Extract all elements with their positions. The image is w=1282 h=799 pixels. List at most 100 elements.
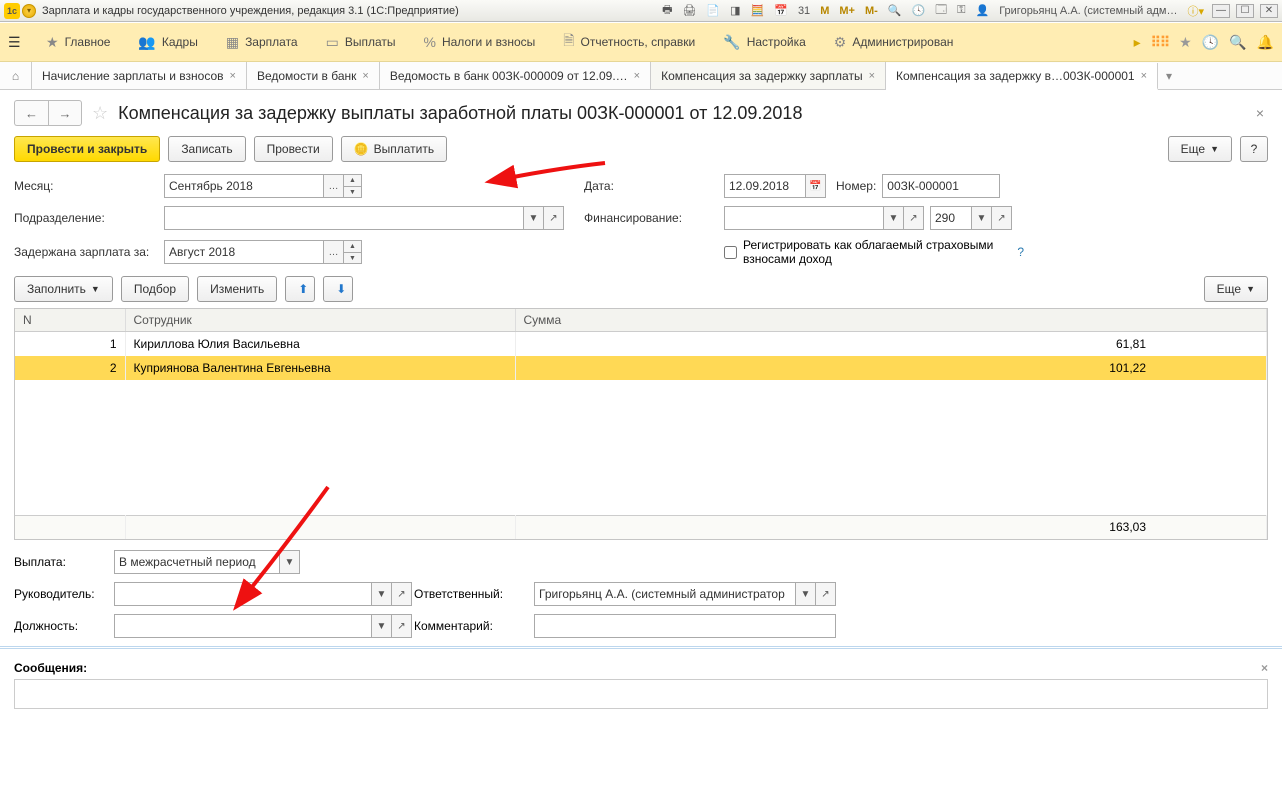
menu-admin[interactable]: ⚙Администрирован [820,34,968,51]
help-button[interactable]: ? [1240,136,1268,162]
calc-icon[interactable]: 🧮 [749,4,767,17]
date-calendar[interactable]: 📅 [806,174,826,198]
resp-field[interactable]: Григорьянц А.А. (системный администратор [534,582,796,606]
close-icon[interactable]: × [1141,70,1147,82]
comment-field[interactable] [534,614,836,638]
table-more-button[interactable]: Еще ▼ [1204,276,1268,302]
date-icon[interactable]: 31 [796,5,812,17]
payout-field[interactable]: В межрасчетный период [114,550,280,574]
subdivision-open[interactable]: ↗ [544,206,564,230]
financing2-dropdown[interactable]: ▼ [972,206,992,230]
move-up-button[interactable]: ⬆ [285,276,315,302]
user-icon[interactable]: 👤 [974,4,992,17]
financing-dropdown[interactable]: ▼ [884,206,904,230]
month-field[interactable]: Сентябрь 2018 [164,174,324,198]
month-up[interactable]: ▲ [344,174,362,186]
favorite-icon[interactable]: ☆ [92,103,108,124]
pay-button[interactable]: 🪙Выплатить [341,136,447,162]
close-icon[interactable]: × [362,70,368,82]
printer-icon[interactable]: 🖨 [680,4,698,17]
menu-hr[interactable]: 👥Кадры [124,34,211,51]
table-row[interactable]: 2 Куприянова Валентина Евгеньевна 101,22 [15,356,1267,380]
month-ellipsis[interactable]: … [324,174,344,198]
more-button[interactable]: Еще ▼ [1168,136,1232,162]
delayed-down[interactable]: ▼ [344,252,362,264]
resp-dropdown[interactable]: ▼ [796,582,816,606]
financing-open[interactable]: ↗ [904,206,924,230]
table-row[interactable]: 1 Кириллова Юлия Васильевна 61,81 [15,332,1267,356]
tab-4[interactable]: Компенсация за задержку зарплаты× [651,62,886,89]
app-menu-dropdown[interactable]: ▾ [22,4,36,18]
apps-icon[interactable]: ⠿⠿ [1151,34,1170,51]
payout-dropdown[interactable]: ▼ [280,550,300,574]
pick-button[interactable]: Подбор [121,276,189,302]
tab-3[interactable]: Ведомость в банк 00ЗК-000009 от 12.09.…× [380,62,651,89]
post-button[interactable]: Провести [254,136,333,162]
col-sum[interactable]: Сумма [515,309,1267,332]
zoom-normal[interactable]: M [818,5,831,17]
financing2-field[interactable]: 290 [930,206,972,230]
search-icon[interactable]: 🔍 [886,4,904,17]
close-icon[interactable]: × [634,70,640,82]
menu-more-arrow[interactable]: ▸ [1134,34,1141,51]
number-field[interactable]: 00ЗК-000001 [882,174,1000,198]
position-open[interactable]: ↗ [392,614,412,638]
head-field[interactable] [114,582,372,606]
tab-2[interactable]: Ведомости в банк× [247,62,380,89]
zoom-in[interactable]: M+ [837,5,857,17]
fill-button[interactable]: Заполнить ▼ [14,276,113,302]
menu-salary[interactable]: ▦Зарплата [212,34,312,51]
financing-field[interactable] [724,206,884,230]
burger-icon[interactable]: ☰ [8,34,32,51]
fav-icon[interactable]: ★ [1179,34,1192,51]
maximize-button[interactable]: ☐ [1236,4,1254,18]
menu-reports[interactable]: 🗎Отчетность, справки [549,30,709,54]
print-icon[interactable]: 🖶 [660,1,674,20]
tab-5[interactable]: Компенсация за задержку в…00ЗК-000001× [886,63,1158,90]
bell-icon[interactable]: 🔔 [1257,34,1274,51]
link-icon[interactable]: 🕓 [909,4,927,17]
menu-main[interactable]: ★Главное [32,34,124,51]
messages-close[interactable]: × [1261,661,1268,675]
position-field[interactable] [114,614,372,638]
date-field[interactable]: 12.09.2018 [724,174,806,198]
close-button[interactable]: ✕ [1260,4,1278,18]
month-down[interactable]: ▼ [344,186,362,198]
resp-open[interactable]: ↗ [816,582,836,606]
head-dropdown[interactable]: ▼ [372,582,392,606]
edit-button[interactable]: Изменить [197,276,277,302]
find-icon[interactable]: 🔍 [1229,34,1246,51]
menu-settings[interactable]: 🔧Настройка [709,34,820,51]
home-tab[interactable]: ⌂ [0,62,32,89]
register-checkbox[interactable] [724,246,737,259]
financing2-open[interactable]: ↗ [992,206,1012,230]
forward-button[interactable]: → [48,100,82,126]
subdivision-dropdown[interactable]: ▼ [524,206,544,230]
tab-1[interactable]: Начисление зарплаты и взносов× [32,62,247,89]
move-down-button[interactable]: ⬇ [323,276,353,302]
info-icon[interactable]: ⓘ▾ [1185,3,1206,19]
save-button[interactable]: Записать [168,136,245,162]
back-button[interactable]: ← [14,100,48,126]
close-icon[interactable]: × [869,70,875,82]
delayed-ellipsis[interactable]: … [324,240,344,264]
post-and-close-button[interactable]: Провести и закрыть [14,136,160,162]
menu-payments[interactable]: ▭Выплаты [312,34,410,51]
doc-close-button[interactable]: × [1256,105,1268,121]
minimize-button[interactable]: — [1212,4,1230,18]
key-icon[interactable]: ⚿ [955,4,967,17]
hint-icon[interactable]: ? [1017,245,1024,259]
tabs-more[interactable]: ▾ [1158,62,1180,89]
menu-taxes[interactable]: %Налоги и взносы [410,34,550,50]
col-emp[interactable]: Сотрудник [125,309,515,332]
head-open[interactable]: ↗ [392,582,412,606]
calendar-icon[interactable]: 📅 [772,4,790,17]
doc-icon[interactable]: 📄 [704,4,722,17]
col-n[interactable]: N [15,309,125,332]
window-icon[interactable]: 🗔 [933,1,949,20]
delayed-up[interactable]: ▲ [344,240,362,252]
zoom-out[interactable]: M- [863,5,880,17]
close-icon[interactable]: × [230,70,236,82]
subdivision-field[interactable] [164,206,524,230]
position-dropdown[interactable]: ▼ [372,614,392,638]
